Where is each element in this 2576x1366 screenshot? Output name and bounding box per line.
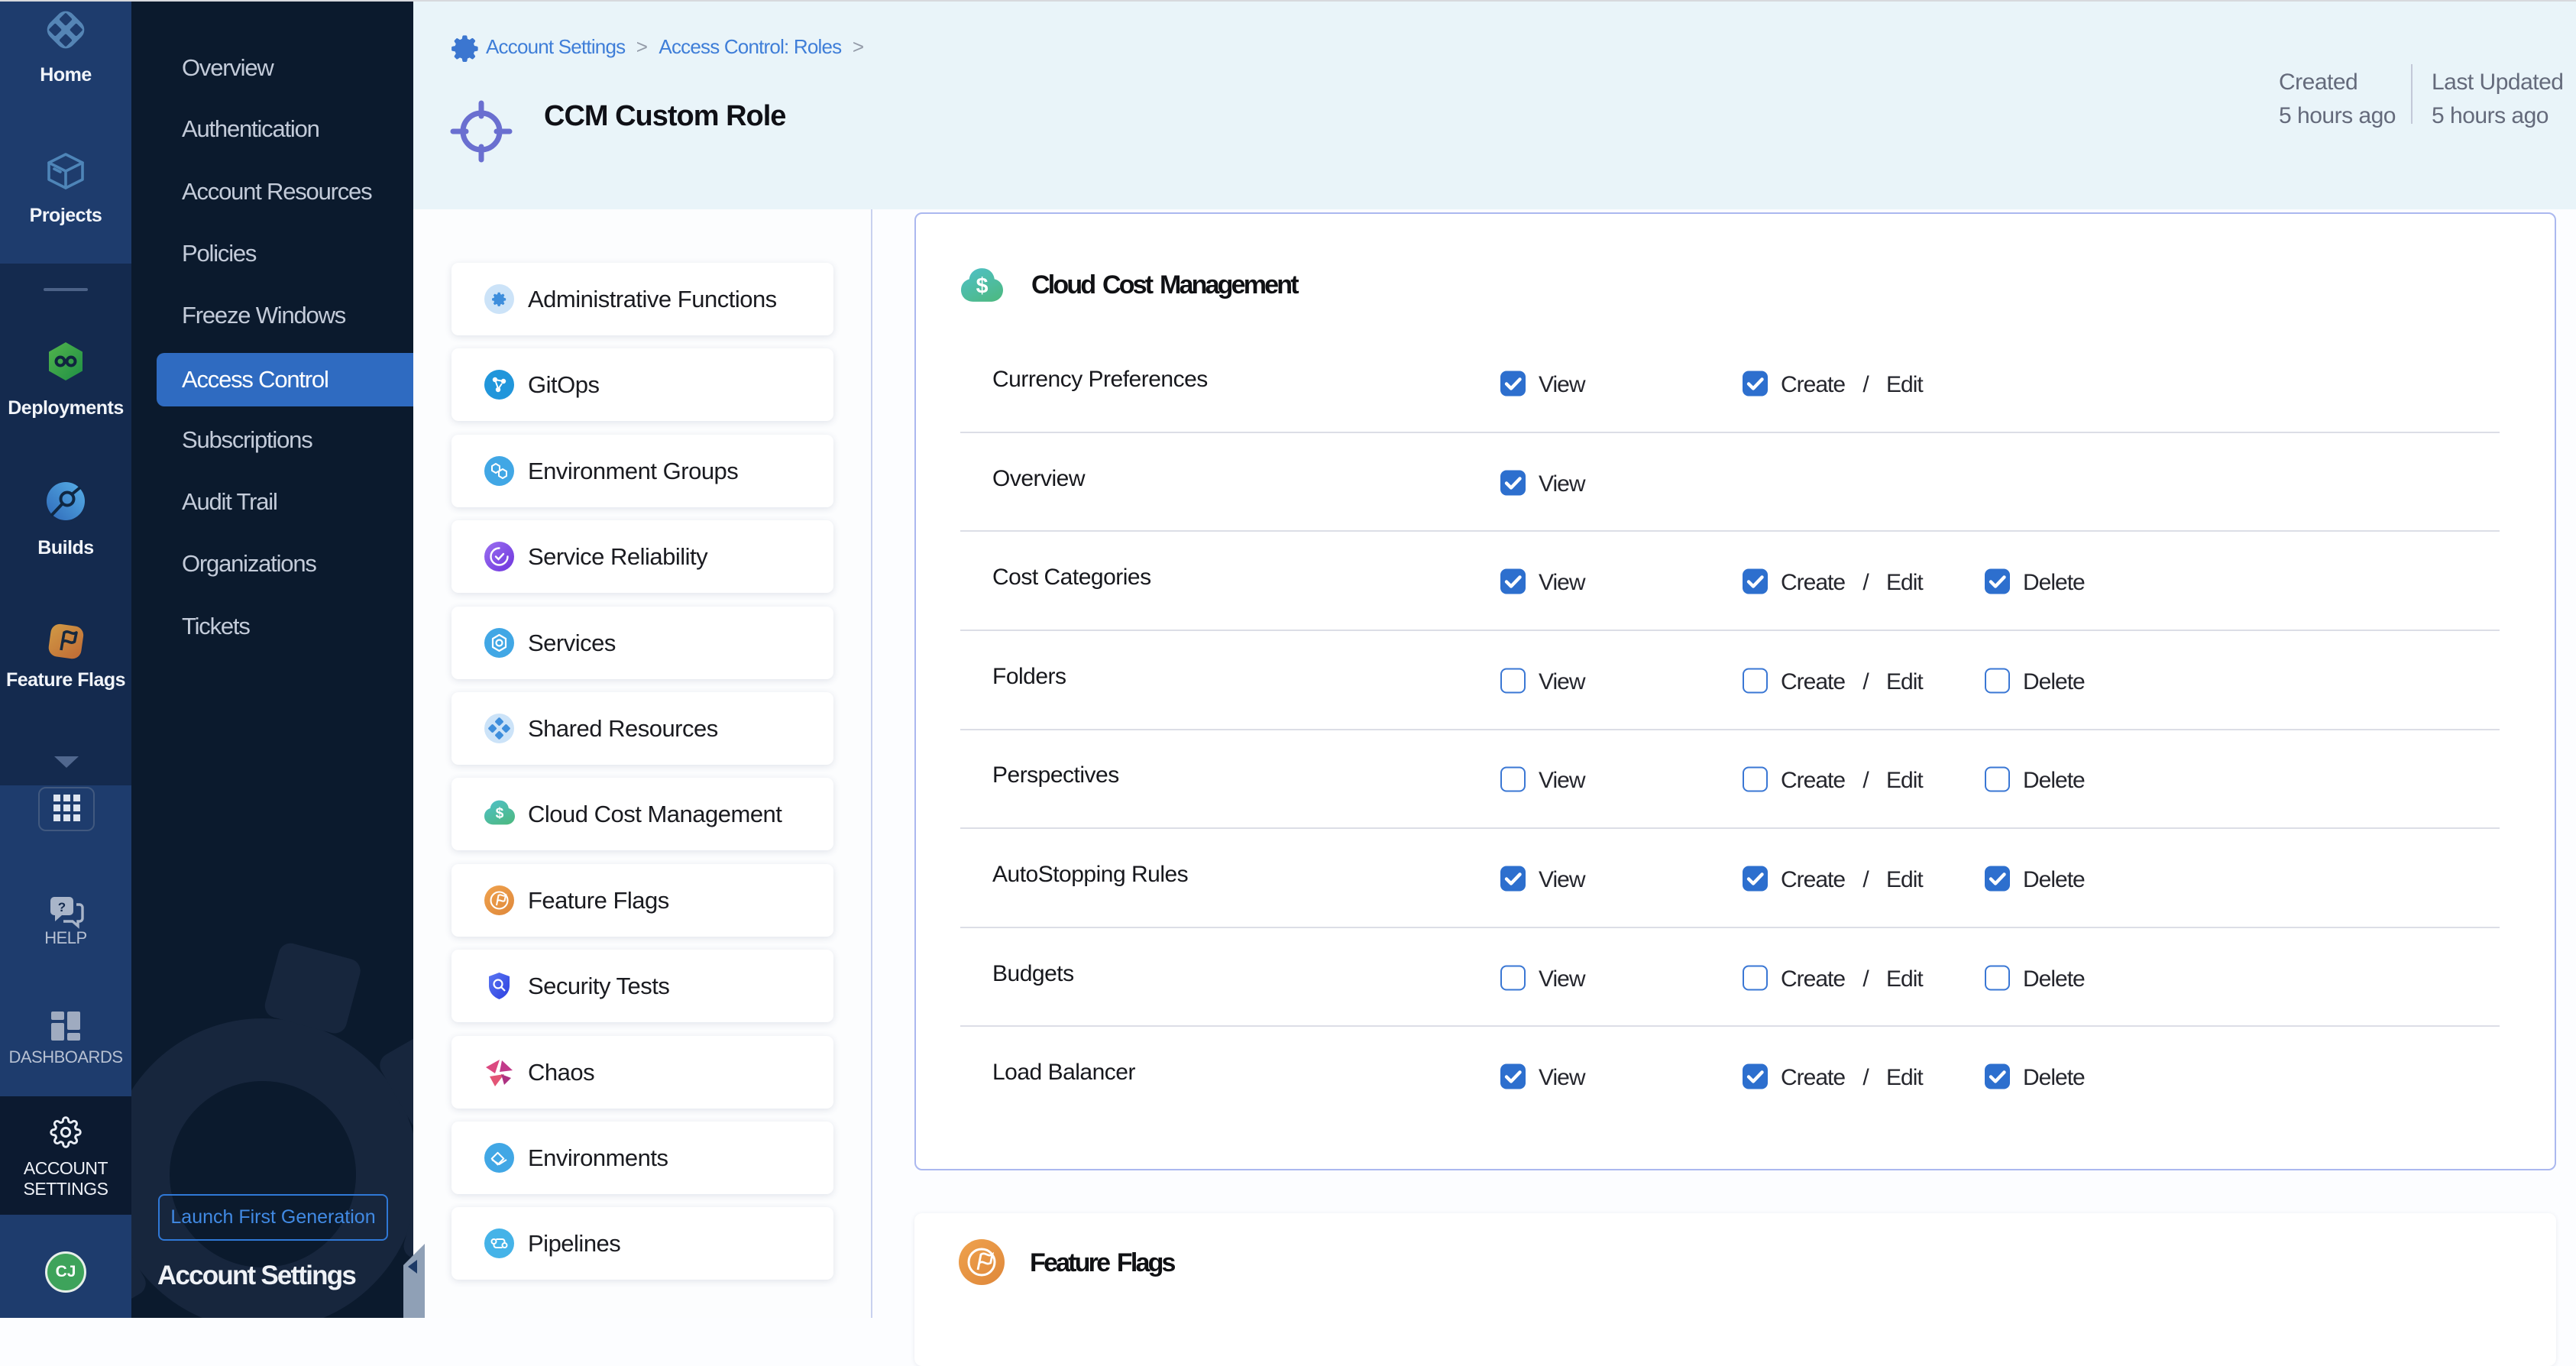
svg-text:$: $ [496, 806, 504, 822]
svg-text:$: $ [976, 274, 989, 299]
svg-text:?: ? [58, 900, 66, 914]
